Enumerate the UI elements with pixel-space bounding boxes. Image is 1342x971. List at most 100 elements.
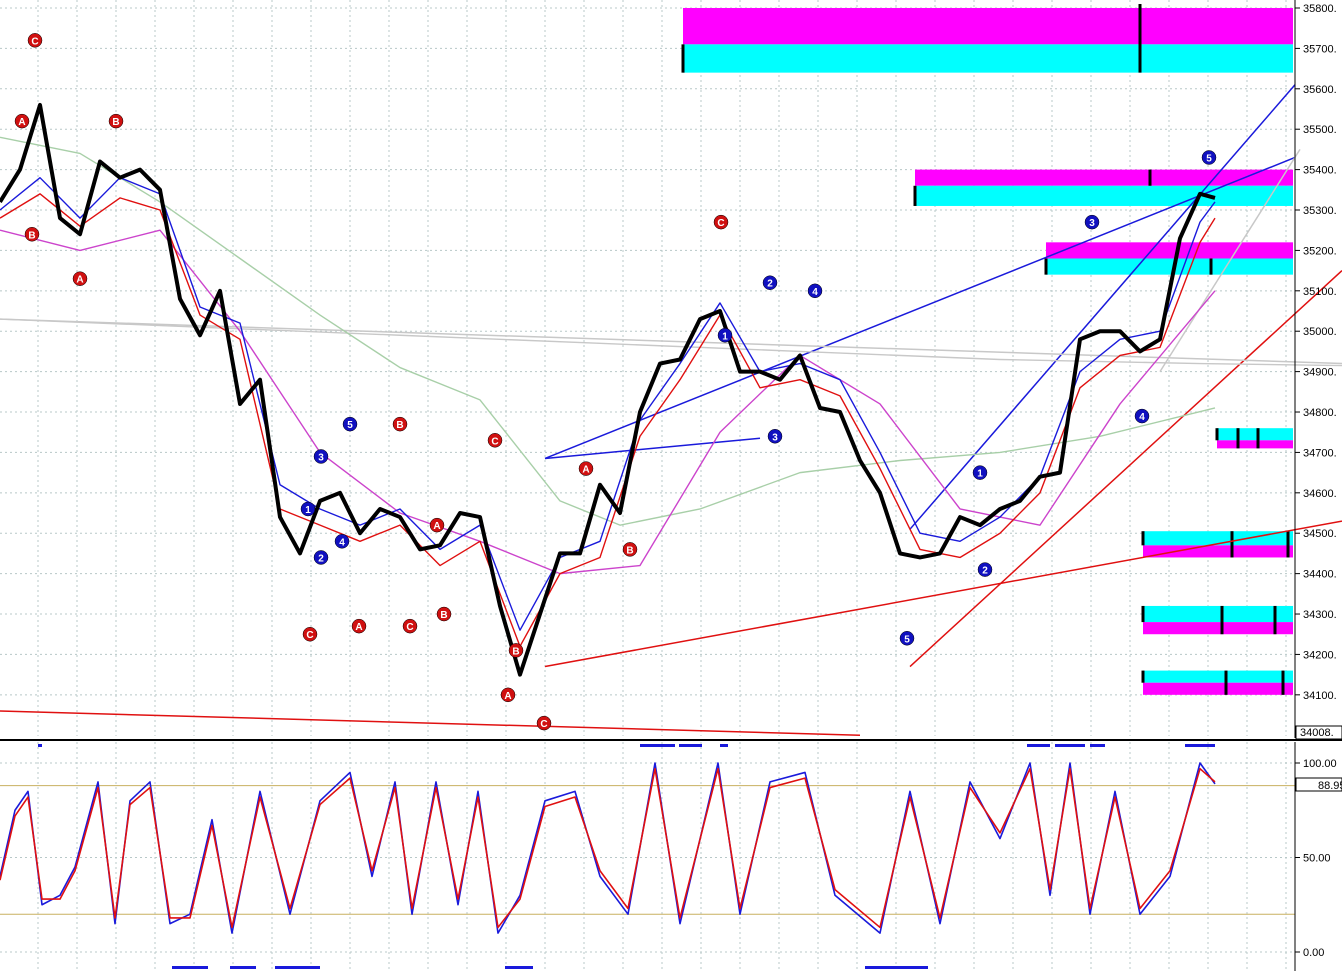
wave-label: A — [72, 271, 88, 286]
wave-label: 1 — [717, 328, 733, 343]
wave-label: 2 — [977, 562, 993, 577]
wave-label: C — [713, 214, 729, 230]
wave-label: C — [487, 433, 503, 448]
price-tick-label: 34500. — [1303, 528, 1337, 540]
wave-label: 3 — [313, 449, 329, 464]
zone-band — [1217, 428, 1293, 441]
wave-label-text: 1 — [977, 469, 983, 480]
wave-label-text: B — [396, 420, 403, 431]
zone-band — [683, 8, 1293, 45]
zone-band — [915, 169, 1293, 186]
wave-label: B — [108, 113, 124, 129]
wave-label: 4 — [334, 534, 350, 549]
wave-label-text: C — [540, 719, 547, 730]
wave-label: B — [24, 227, 40, 242]
zone-band — [1143, 605, 1293, 623]
zone-band — [915, 185, 1293, 206]
wave-label: B — [508, 643, 524, 658]
price-tick-label: 34200. — [1303, 649, 1337, 661]
price-tick-label: 35300. — [1303, 205, 1337, 217]
signal-marker — [172, 966, 208, 969]
signal-marker — [1055, 744, 1085, 747]
last-price-label: 34008. — [1300, 727, 1334, 739]
oscillator-line — [0, 767, 1216, 929]
osc-current-value: 88.95 — [1318, 780, 1342, 792]
wave-label-text: A — [504, 691, 511, 702]
wave-label: C — [302, 626, 318, 642]
wave-label: 4 — [807, 283, 823, 299]
wave-label-text: 5 — [347, 420, 353, 431]
signal-marker — [1090, 744, 1105, 747]
signal-marker — [865, 966, 928, 969]
zone-band — [1046, 242, 1293, 259]
price-tick-label: 34700. — [1303, 447, 1337, 459]
signal-marker — [679, 744, 702, 747]
price-tick-label: 35800. — [1303, 3, 1337, 15]
signal-marker — [505, 966, 533, 969]
wave-label: 2 — [762, 275, 778, 290]
wave-label: C — [536, 715, 552, 731]
zone-band — [1143, 670, 1293, 683]
wave-label: A — [351, 618, 367, 634]
wave-label-text: 3 — [1089, 218, 1095, 229]
wave-label: B — [392, 416, 408, 432]
price-tick-label: 34100. — [1303, 690, 1337, 702]
zone-band — [683, 44, 1293, 73]
wave-label-text: 3 — [318, 452, 324, 463]
wave-label: 5 — [899, 631, 915, 646]
wave-label-text: 4 — [1139, 412, 1145, 423]
price-tick-label: 35400. — [1303, 165, 1337, 177]
wave-label-text: B — [626, 545, 633, 556]
price-tick-label: 34400. — [1303, 569, 1337, 581]
wave-label-text: 1 — [722, 331, 728, 342]
price-tick-label: 35600. — [1303, 84, 1337, 96]
price-tick-label: 34800. — [1303, 407, 1337, 419]
price-tick-label: 35500. — [1303, 124, 1337, 136]
zone-band — [1143, 682, 1293, 695]
wave-label-text: 4 — [812, 287, 818, 298]
signal-marker — [230, 966, 256, 969]
wave-label-text: 4 — [339, 537, 345, 548]
signal-marker — [720, 744, 728, 747]
zone-band — [1143, 545, 1293, 558]
signal-marker — [38, 744, 42, 747]
wave-label-text: C — [31, 36, 38, 47]
wave-label-text: A — [355, 622, 362, 633]
wave-label-text: C — [717, 218, 724, 229]
osc-tick-label: 0.00 — [1303, 947, 1324, 959]
oscillator-grid — [0, 742, 1295, 971]
wave-label-text: B — [512, 646, 519, 657]
signal-marker — [275, 966, 320, 969]
wave-label: 1 — [300, 501, 316, 517]
osc-tick-label: 50.00 — [1303, 853, 1331, 865]
wave-label-text: 2 — [767, 279, 773, 290]
signal-markers — [38, 744, 1215, 969]
wave-label: 3 — [1084, 214, 1100, 230]
wave-label: C — [402, 618, 418, 634]
price-tick-label: 34300. — [1303, 609, 1337, 621]
price-tick-label: 35200. — [1303, 245, 1337, 257]
wave-label-text: 1 — [305, 505, 311, 516]
wave-label: 5 — [342, 416, 358, 432]
wave-label: 1 — [972, 465, 988, 480]
wave-label: A — [500, 687, 516, 703]
wave-label-text: 2 — [982, 566, 988, 577]
wave-label: B — [622, 542, 638, 557]
wave-label-text: C — [406, 622, 413, 633]
price-tick-label: 34600. — [1303, 488, 1337, 500]
wave-label: A — [429, 517, 445, 533]
zone-band — [1143, 622, 1293, 635]
wave-label-text: A — [76, 275, 83, 286]
wave-label-text: A — [433, 521, 440, 532]
price-tick-label: 34900. — [1303, 367, 1337, 379]
wave-label: A — [14, 113, 30, 129]
wave-label-text: 3 — [772, 432, 778, 443]
zone-band — [1217, 440, 1293, 449]
wave-label-text: A — [18, 117, 25, 128]
stock-chart: C A B A B C A C B B A C A C B A B C 1 2 3 4 5 1 2 3 4 5 3 5 4 2 1 35800.… — [0, 0, 1342, 971]
wave-label-text: 5 — [1206, 153, 1212, 164]
signal-marker — [1185, 744, 1215, 747]
oscillator-series — [0, 762, 1216, 934]
wave-label-text: A — [582, 465, 589, 476]
wave-label-text: B — [440, 610, 447, 621]
